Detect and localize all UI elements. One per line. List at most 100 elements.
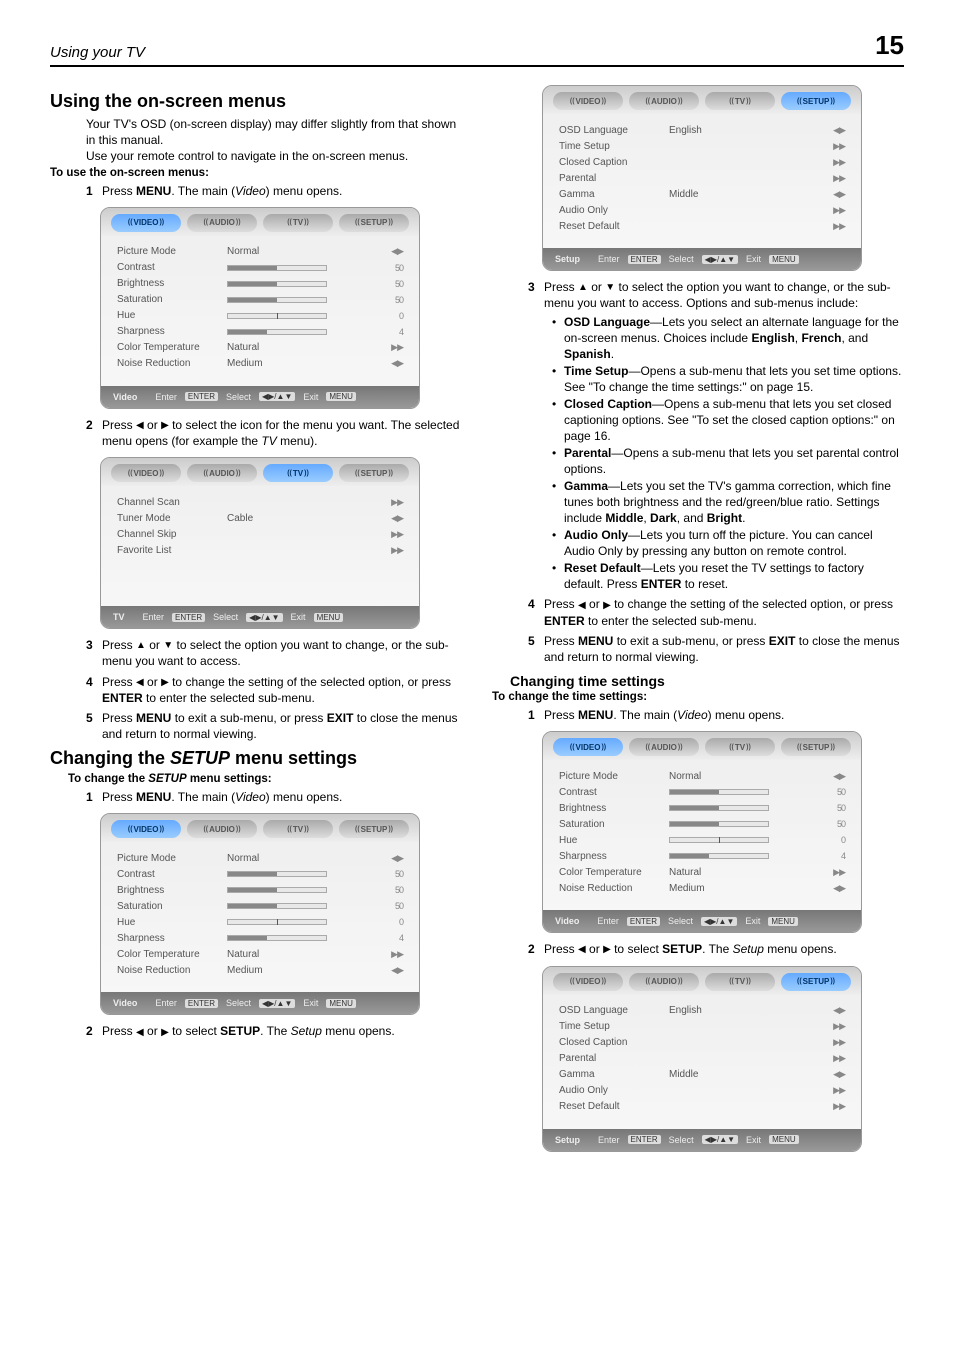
osd-row-label: Brightness — [117, 278, 227, 289]
osd-row-label: OSD Language — [559, 1005, 669, 1016]
osd-footer: VideoEnterENTERSelect◀▶/▲▼ExitMENU — [101, 386, 419, 408]
osd-tab-tv: (( TV )) — [705, 92, 775, 110]
slider-bar — [227, 919, 327, 925]
osd-tab-video: (( VIDEO )) — [111, 214, 181, 232]
osd-tab-video: (( VIDEO )) — [111, 464, 181, 482]
osd-row: Color TemperatureNatural▶▶ — [117, 340, 403, 356]
osd-row: Time Setup▶▶ — [559, 138, 845, 154]
step-text: Press or to change the setting of the se… — [544, 596, 904, 628]
osd-row-label: Picture Mode — [117, 853, 227, 864]
osd-row: Reset Default▶▶ — [559, 218, 845, 234]
osd-row-indicator: ◀▶ — [779, 189, 845, 200]
osd-setup-menu-1: (( VIDEO ))(( AUDIO ))(( TV ))(( SETUP )… — [542, 85, 862, 271]
osd-row: Channel Skip▶▶ — [117, 526, 403, 542]
slider-bar — [227, 297, 327, 303]
osd-row-indicator: ◀▶ — [337, 853, 403, 864]
osd-row: Audio Only▶▶ — [559, 1083, 845, 1099]
step-number: 2 — [86, 417, 102, 449]
osd-row: Audio Only▶▶ — [559, 202, 845, 218]
to-change-time-heading: To change the time settings: — [492, 691, 904, 703]
section-changing-setup: Changing the SETUP menu settings — [50, 748, 462, 769]
osd-tab-video: (( VIDEO )) — [553, 738, 623, 756]
header-title: Using your TV — [50, 44, 145, 61]
step-number: 1 — [86, 183, 102, 199]
slider-bar — [669, 789, 769, 795]
left-column: Using the on-screen menus Your TV's OSD … — [50, 85, 462, 1160]
option-bullet: •Closed Caption—Opens a sub-menu that le… — [552, 397, 904, 444]
osd-row-label: Noise Reduction — [117, 358, 227, 369]
osd-row-indicator: ◀▶ — [779, 1005, 845, 1016]
osd-row-label: Parental — [559, 1053, 669, 1064]
osd-row: Brightness50 — [559, 800, 845, 816]
osd-row: Closed Caption▶▶ — [559, 1035, 845, 1051]
osd-row-label: Favorite List — [117, 545, 227, 556]
osd-row: Brightness50 — [117, 276, 403, 292]
osd-row: Tuner ModeCable◀▶ — [117, 510, 403, 526]
option-bullet: •Gamma—Lets you set the TV's gamma corre… — [552, 479, 904, 526]
osd-row-label: Saturation — [117, 294, 227, 305]
arrow-left-icon — [578, 944, 586, 955]
osd-row: Hue0 — [117, 308, 403, 324]
osd-row-value: Middle — [669, 1069, 779, 1080]
slider-bar — [227, 265, 327, 271]
osd-tab-setup: (( SETUP )) — [781, 738, 851, 756]
osd-row-label: Picture Mode — [117, 246, 227, 257]
osd-row: Time Setup▶▶ — [559, 1019, 845, 1035]
option-bullet: •Audio Only—Lets you turn off the pictur… — [552, 528, 904, 559]
osd-row-indicator: ◀▶ — [337, 358, 403, 369]
osd-row-label: Sharpness — [117, 933, 227, 944]
bullet-text: Gamma—Lets you set the TV's gamma correc… — [564, 479, 904, 526]
osd-tab-video: (( VIDEO )) — [553, 92, 623, 110]
arrow-left-icon — [578, 600, 586, 611]
osd-row-value: Middle — [669, 189, 779, 200]
osd-row: Contrast50 — [117, 260, 403, 276]
osd-tab-setup: (( SETUP )) — [339, 820, 409, 838]
arrow-right-icon — [603, 600, 611, 611]
slider-bar — [227, 281, 327, 287]
arrow-left-icon — [136, 420, 144, 431]
step-text: Press or to change the setting of the se… — [102, 674, 462, 706]
osd-tab-audio: (( AUDIO )) — [629, 973, 699, 991]
osd-row: Channel Scan▶▶ — [117, 494, 403, 510]
osd-video-menu-2: (( VIDEO ))(( AUDIO ))(( TV ))(( SETUP )… — [100, 813, 420, 1015]
ct-step-2: 2 Press or to select SETUP. The Setup me… — [528, 941, 904, 957]
osd-video-menu-1: (( VIDEO ))(( AUDIO ))(( TV ))(( SETUP )… — [100, 207, 420, 409]
slider-bar — [227, 903, 327, 909]
step-text: Press MENU. The main (Video) menu opens. — [102, 789, 462, 805]
bullet-text: Reset Default—Lets you reset the TV sett… — [564, 561, 904, 592]
step-text: Press or to select SETUP. The Setup menu… — [102, 1023, 462, 1039]
step-text: Press or to select SETUP. The Setup menu… — [544, 941, 904, 957]
osd-row: Contrast50 — [117, 866, 403, 882]
osd-row: Picture ModeNormal◀▶ — [559, 768, 845, 784]
osd-tab-setup: (( SETUP )) — [781, 973, 851, 991]
right-column: (( VIDEO )) (( AUDIO )) (( TV )) (( SETUP )… — [492, 85, 904, 1160]
bullet-icon: • — [552, 528, 564, 559]
osd-tab-video: (( VIDEO )) — [553, 973, 623, 991]
osd-row-label: Channel Scan — [117, 497, 227, 508]
slider-bar — [227, 329, 327, 335]
right-step-3: 3 Press or to select the option you want… — [528, 279, 904, 311]
bullet-text: Closed Caption—Opens a sub-menu that let… — [564, 397, 904, 444]
osd-row-label: Sharpness — [559, 851, 669, 862]
option-bullet: •Reset Default—Lets you reset the TV set… — [552, 561, 904, 592]
osd-tab-audio: (( AUDIO )) — [187, 464, 257, 482]
osd-row: Hue0 — [559, 832, 845, 848]
osd-row-value: 0 — [337, 311, 403, 321]
osd-row-value: Natural — [669, 867, 779, 878]
osd-row: Parental▶▶ — [559, 1051, 845, 1067]
intro-text-2: Use your remote control to navigate in t… — [86, 148, 462, 164]
osd-row: Saturation50 — [559, 816, 845, 832]
osd-row-label: Time Setup — [559, 1021, 669, 1032]
osd-tab-tv: (( TV )) — [263, 214, 333, 232]
osd-row-label: Hue — [559, 835, 669, 846]
use-step-3: 3 Press or to select the option you want… — [86, 637, 462, 669]
bullet-text: OSD Language—Lets you select an alternat… — [564, 315, 904, 362]
intro-text-1: Your TV's OSD (on-screen display) may di… — [86, 116, 462, 148]
osd-row: Closed Caption▶▶ — [559, 154, 845, 170]
use-step-4: 4 Press or to change the setting of the … — [86, 674, 462, 706]
step-text: Press MENU to exit a sub-menu, or press … — [102, 710, 462, 742]
slider-bar — [669, 821, 769, 827]
osd-row: Picture ModeNormal◀▶ — [117, 850, 403, 866]
to-change-setup-heading: To change the SETUP menu settings: — [68, 773, 462, 785]
use-step-2: 2 Press or to select the icon for the me… — [86, 417, 462, 449]
